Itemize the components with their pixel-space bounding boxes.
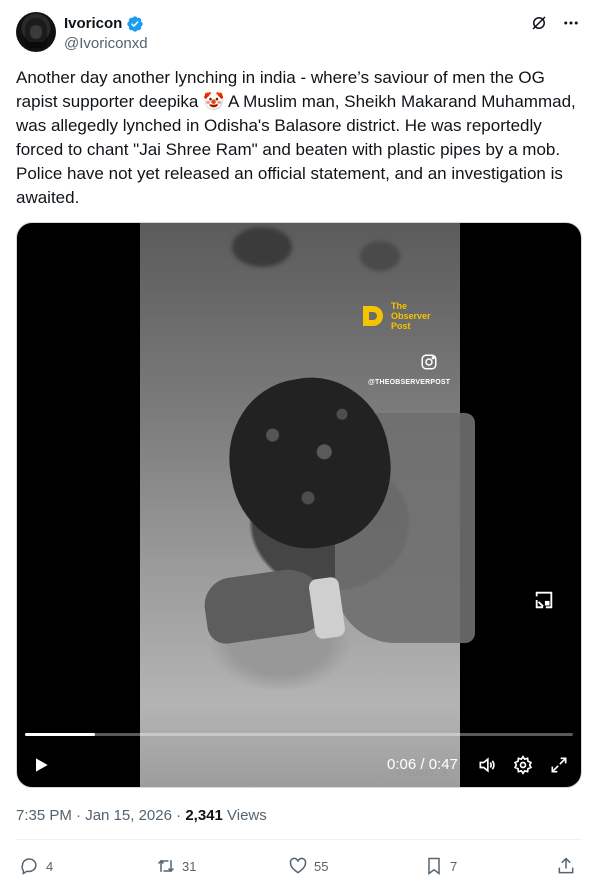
watermark-handle: @THEOBSERVERPOST	[368, 379, 451, 386]
heart-icon	[289, 857, 307, 874]
action-bar: 4 31 55 7	[20, 856, 582, 880]
views-label: Views	[222, 807, 267, 824]
repost-button[interactable]: 31	[156, 856, 196, 876]
more-icon[interactable]	[560, 12, 582, 34]
settings-icon[interactable]	[513, 755, 533, 775]
bookmark-icon	[428, 857, 440, 875]
reply-icon	[21, 858, 37, 875]
instagram-icon	[421, 354, 437, 370]
tweet-time[interactable]: 7:35 PM	[16, 807, 72, 824]
share-icon	[558, 857, 574, 874]
display-name[interactable]: Ivoricon	[64, 14, 122, 34]
fullscreen-icon[interactable]	[549, 755, 569, 775]
avatar-face	[30, 25, 42, 39]
tweet-meta: 7:35 PM · Jan 15, 2026 · 2,341 Views	[16, 806, 267, 826]
tweet-header: Ivoricon @Ivoriconxd	[16, 12, 582, 56]
divider	[16, 839, 582, 840]
verified-badge-icon	[127, 16, 144, 32]
video-frame[interactable]: The Observer Post @THEOBSERVERPOST Visua…	[140, 223, 475, 787]
video-scene-shape	[201, 564, 329, 647]
top-icons	[528, 12, 582, 34]
reply-button[interactable]: 4	[20, 856, 53, 876]
video-progress-fill	[25, 733, 96, 736]
video-time: 0:06 / 0:47	[387, 756, 458, 773]
tweet-date[interactable]: Jan 15, 2026	[85, 807, 172, 824]
like-button[interactable]: 55	[288, 856, 328, 876]
like-count: 55	[314, 858, 329, 874]
video-progress-bar[interactable]	[25, 733, 573, 736]
observer-post-logo-icon	[363, 306, 383, 326]
meta-separator: ·	[171, 807, 186, 824]
reply-count: 4	[46, 858, 54, 874]
video-scene-shape	[360, 241, 400, 271]
picture-in-picture-icon	[535, 591, 553, 609]
user-handle[interactable]: @Ivoriconxd	[64, 34, 148, 54]
views-count: 2,341	[185, 807, 223, 824]
repost-count: 31	[182, 858, 197, 874]
avatar[interactable]	[16, 12, 56, 52]
meta-separator: ·	[71, 807, 86, 824]
play-icon[interactable]	[31, 755, 51, 775]
grok-icon[interactable]	[528, 12, 550, 34]
tweet-text: Another day another lynching in india - …	[16, 68, 576, 207]
video-scene-shape	[232, 227, 292, 267]
video-player[interactable]: The Observer Post @THEOBSERVERPOST Visua…	[16, 222, 582, 788]
video-controls: 0:06 / 0:47	[17, 753, 581, 777]
watermark-logo-text: The Observer Post	[391, 301, 431, 331]
bookmark-count: 7	[450, 858, 458, 874]
picture-in-picture-button[interactable]	[524, 580, 564, 620]
name-row: Ivoricon	[64, 14, 144, 34]
volume-icon[interactable]	[477, 755, 497, 775]
observer-post-watermark: The Observer Post	[359, 301, 445, 331]
share-button[interactable]	[556, 856, 576, 876]
repost-icon	[157, 859, 175, 873]
bookmark-button[interactable]: 7	[424, 856, 457, 876]
